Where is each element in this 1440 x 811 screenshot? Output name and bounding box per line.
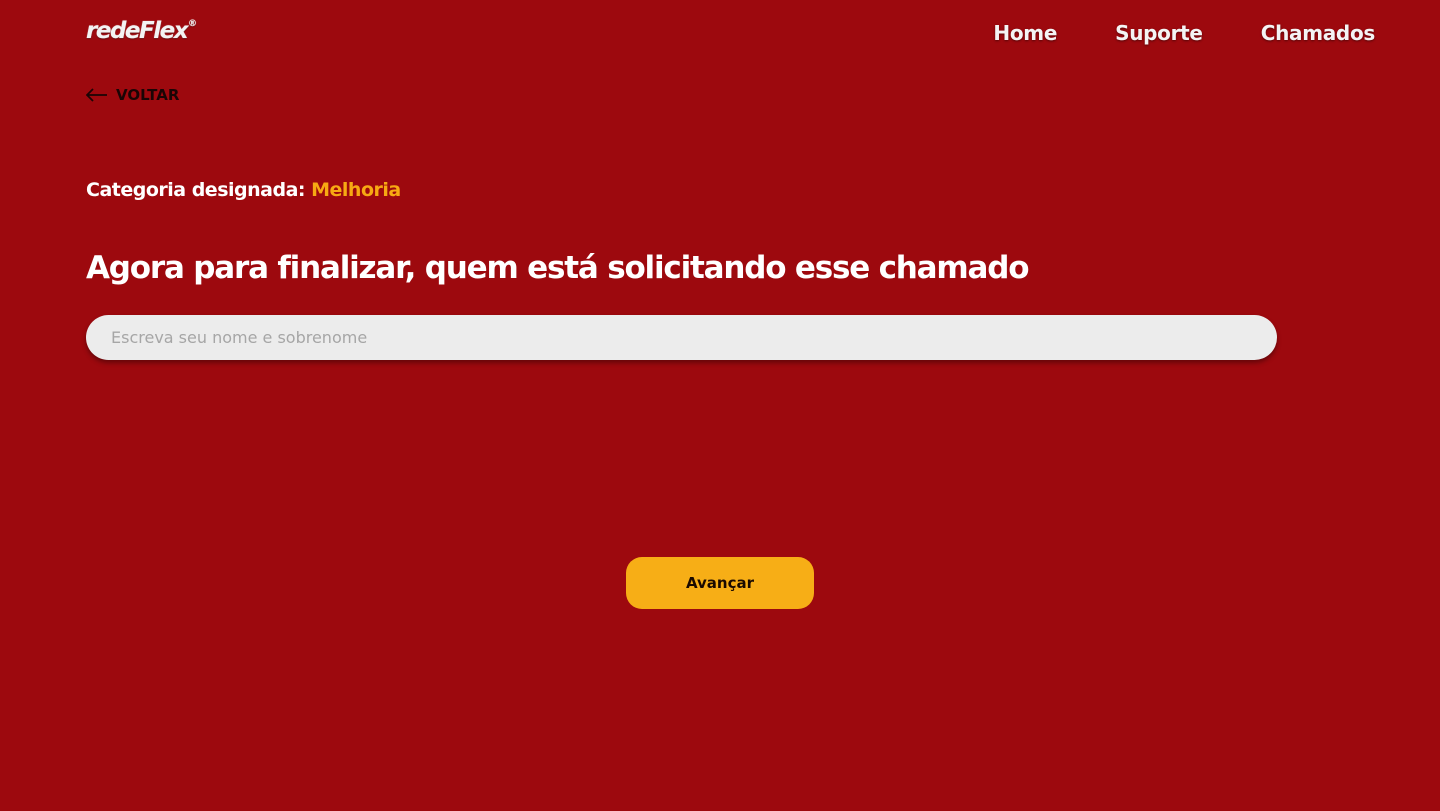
category-value: Melhoria [311, 179, 401, 201]
next-button[interactable]: Avançar [626, 557, 814, 609]
nav-support-link[interactable]: Suporte [1115, 20, 1203, 46]
arrow-left-icon [86, 88, 107, 102]
logo-text: redeFlex [86, 18, 189, 44]
logo-trademark: ® [188, 19, 198, 30]
redeflex-logo[interactable]: redeFlex® [86, 20, 197, 43]
nav-tickets-link[interactable]: Chamados [1261, 20, 1376, 46]
requester-name-input[interactable] [86, 315, 1277, 360]
nav-home-link[interactable]: Home [993, 20, 1057, 46]
back-button[interactable]: VOLTAR [86, 86, 179, 104]
main-nav: Home Suporte Chamados [993, 20, 1375, 46]
back-label: VOLTAR [116, 86, 180, 104]
category-label: Categoria designada: [86, 179, 305, 201]
page-heading: Agora para finalizar, quem está solicita… [86, 250, 1030, 286]
category-line: Categoria designada: Melhoria [86, 177, 401, 203]
